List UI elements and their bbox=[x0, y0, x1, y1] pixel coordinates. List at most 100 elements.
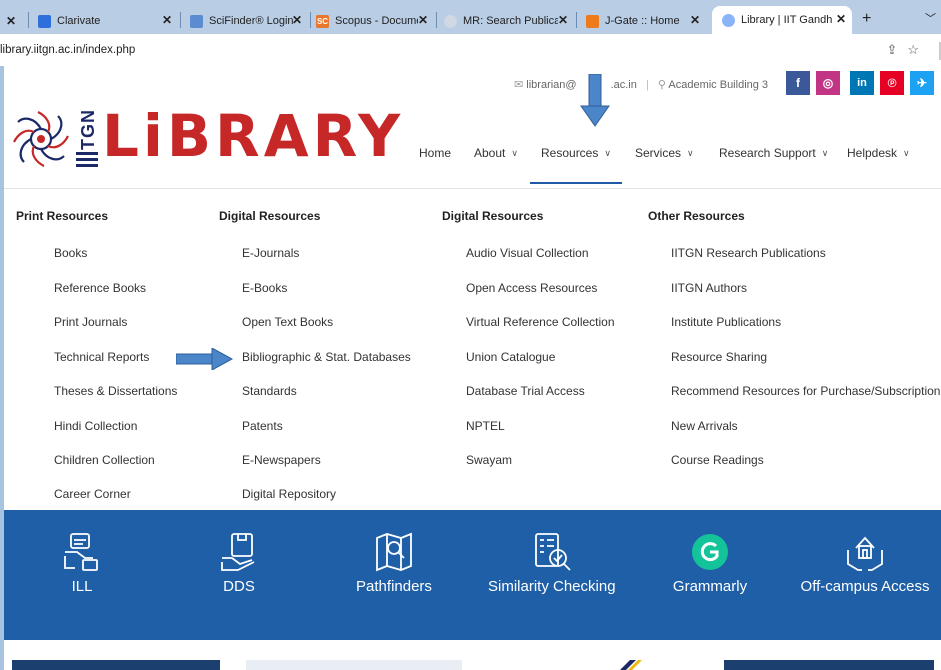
menu-item[interactable]: Resource Sharing bbox=[671, 350, 767, 364]
annotation-arrow-right-icon bbox=[176, 348, 234, 370]
tab-search-icon[interactable]: ﹀ bbox=[925, 10, 936, 26]
menu-item[interactable]: Digital Repository bbox=[242, 487, 336, 501]
share-icon[interactable]: ⇪ bbox=[886, 42, 907, 57]
close-icon[interactable]: ✕ bbox=[835, 12, 846, 26]
bottom-card[interactable] bbox=[246, 660, 462, 670]
bottom-card[interactable] bbox=[12, 660, 220, 670]
nav-home[interactable]: Home bbox=[419, 146, 451, 160]
twitter-icon[interactable]: ✈ bbox=[910, 71, 934, 95]
menu-item[interactable]: Children Collection bbox=[54, 453, 155, 467]
service-label: Pathfinders bbox=[356, 578, 432, 595]
tab-scopus[interactable]: SC Scopus - Documen ✕ bbox=[316, 9, 434, 33]
mathscinet-icon bbox=[444, 14, 457, 28]
menu-item[interactable]: Swayam bbox=[466, 453, 512, 467]
bottom-cards-row bbox=[4, 640, 941, 670]
tab-library-active[interactable]: Library | IIT Gandh ✕ bbox=[712, 6, 852, 34]
instagram-icon[interactable]: ◎ bbox=[816, 71, 840, 95]
pinterest-icon[interactable]: ℗ bbox=[880, 71, 904, 95]
menu-item[interactable]: Books bbox=[54, 246, 87, 260]
close-icon[interactable]: ✕ bbox=[690, 13, 700, 27]
logo-bars-icon bbox=[76, 152, 98, 167]
menu-item[interactable]: Bibliographic & Stat. Databases bbox=[242, 350, 411, 364]
nav-active-indicator bbox=[530, 182, 622, 184]
service-label: Off-campus Access bbox=[800, 578, 930, 595]
menu-item[interactable]: NPTEL bbox=[466, 419, 505, 433]
column-heading-print: Print Resources bbox=[16, 209, 109, 223]
menu-item[interactable]: Theses & Dissertations bbox=[54, 384, 177, 398]
menu-item[interactable]: Database Trial Access bbox=[466, 384, 585, 398]
menu-item[interactable]: Audio Visual Collection bbox=[466, 246, 589, 260]
tab-jgate[interactable]: J-Gate :: Home ✕ bbox=[586, 9, 706, 33]
menu-item[interactable]: E-Newspapers bbox=[242, 453, 321, 467]
tab-label: SciFinder® Login bbox=[209, 15, 294, 27]
nav-services[interactable]: Services ∨ bbox=[635, 146, 694, 160]
menu-item[interactable]: Recommend Resources for Purchase/Subscri… bbox=[671, 384, 940, 398]
new-tab-button[interactable]: + bbox=[862, 10, 871, 28]
service-label: ILL bbox=[71, 578, 93, 595]
service-ill[interactable]: ILL bbox=[52, 530, 112, 595]
library-icon bbox=[722, 13, 735, 27]
menu-item[interactable]: Course Readings bbox=[671, 453, 764, 467]
nav-resources[interactable]: Resources ∨ bbox=[541, 146, 611, 160]
menu-item[interactable]: Open Access Resources bbox=[466, 281, 597, 295]
tab-scifinder[interactable]: SciFinder® Login ✕ bbox=[190, 9, 308, 33]
envelope-icon: ✉ bbox=[514, 79, 524, 91]
scopus-icon: SC bbox=[316, 14, 329, 28]
map-icon bbox=[376, 532, 412, 572]
menu-item[interactable]: E-Books bbox=[242, 281, 287, 295]
close-icon[interactable]: ✕ bbox=[6, 14, 16, 28]
menu-item[interactable]: Open Text Books bbox=[242, 315, 333, 329]
menu-item[interactable]: E-Journals bbox=[242, 246, 299, 260]
service-label: DDS bbox=[223, 578, 255, 595]
close-icon[interactable]: ✕ bbox=[162, 13, 172, 27]
menu-item[interactable]: Reference Books bbox=[54, 281, 146, 295]
service-label: Similarity Checking bbox=[488, 578, 616, 595]
tab-clarivate[interactable]: Clarivate ✕ bbox=[38, 9, 178, 33]
chevron-down-icon: ∨ bbox=[903, 147, 910, 158]
tab-label: Library | IIT Gandh bbox=[741, 14, 833, 26]
chevron-down-icon: ∨ bbox=[511, 147, 518, 158]
menu-item[interactable]: IITGN Research Publications bbox=[671, 246, 826, 260]
close-icon[interactable]: ✕ bbox=[292, 13, 302, 27]
menu-item[interactable]: Virtual Reference Collection bbox=[466, 315, 615, 329]
contact-location: Academic Building 3 bbox=[668, 79, 769, 91]
service-dds[interactable]: DDS bbox=[209, 530, 269, 595]
resources-mega-menu: Print Resources Digital Resources Digita… bbox=[4, 188, 941, 524]
menu-item[interactable]: Hindi Collection bbox=[54, 419, 137, 433]
bottom-logo-icon bbox=[620, 660, 642, 670]
linkedin-icon[interactable]: in bbox=[850, 71, 874, 95]
chevron-down-icon: ∨ bbox=[821, 147, 829, 158]
service-off-campus-access[interactable]: Off-campus Access bbox=[799, 530, 931, 595]
library-website: ✉ librarian@ .ac.in | ⚲ Academic Building… bbox=[4, 66, 941, 670]
tab-label: Clarivate bbox=[57, 15, 101, 27]
bottom-card[interactable] bbox=[724, 660, 934, 670]
tab-close-first[interactable]: ✕ bbox=[6, 9, 26, 33]
menu-item[interactable]: New Arrivals bbox=[671, 419, 738, 433]
nav-about[interactable]: About ∨ bbox=[474, 146, 518, 160]
browser-tab-strip: ✕ Clarivate ✕ SciFinder® Login ✕ SC Scop… bbox=[0, 0, 941, 34]
close-icon[interactable]: ✕ bbox=[417, 13, 428, 27]
tab-mathscinet[interactable]: MR: Search Publica ✕ bbox=[444, 9, 574, 33]
menu-item[interactable]: Institute Publications bbox=[671, 315, 781, 329]
menu-item[interactable]: Standards bbox=[242, 384, 297, 398]
logo-library-text[interactable]: LiBRARY bbox=[102, 102, 404, 170]
menu-item[interactable]: Technical Reports bbox=[54, 350, 149, 364]
grammarly-icon bbox=[692, 534, 728, 570]
map-pin-icon: ⚲ bbox=[657, 79, 666, 91]
menu-item[interactable]: Union Catalogue bbox=[466, 350, 555, 364]
ill-icon bbox=[64, 533, 98, 571]
menu-item[interactable]: IITGN Authors bbox=[671, 281, 747, 295]
url-field[interactable]: library.iitgn.ac.in/index.php bbox=[0, 44, 135, 56]
nav-helpdesk[interactable]: Helpdesk ∨ bbox=[847, 146, 910, 160]
bookmark-star-icon[interactable]: ☆ bbox=[907, 42, 929, 57]
menu-item[interactable]: Patents bbox=[242, 419, 283, 433]
close-icon[interactable]: ✕ bbox=[557, 13, 568, 27]
menu-item[interactable]: Career Corner bbox=[54, 487, 131, 501]
menu-item[interactable]: Print Journals bbox=[54, 315, 127, 329]
nav-research-support[interactable]: Research Support ∨ bbox=[719, 146, 828, 160]
document-check-icon bbox=[535, 533, 571, 571]
service-pathfinders[interactable]: Pathfinders bbox=[352, 530, 436, 595]
service-grammarly[interactable]: Grammarly bbox=[668, 530, 752, 595]
service-similarity-checking[interactable]: Similarity Checking bbox=[488, 530, 616, 595]
facebook-icon[interactable]: f bbox=[786, 71, 810, 95]
